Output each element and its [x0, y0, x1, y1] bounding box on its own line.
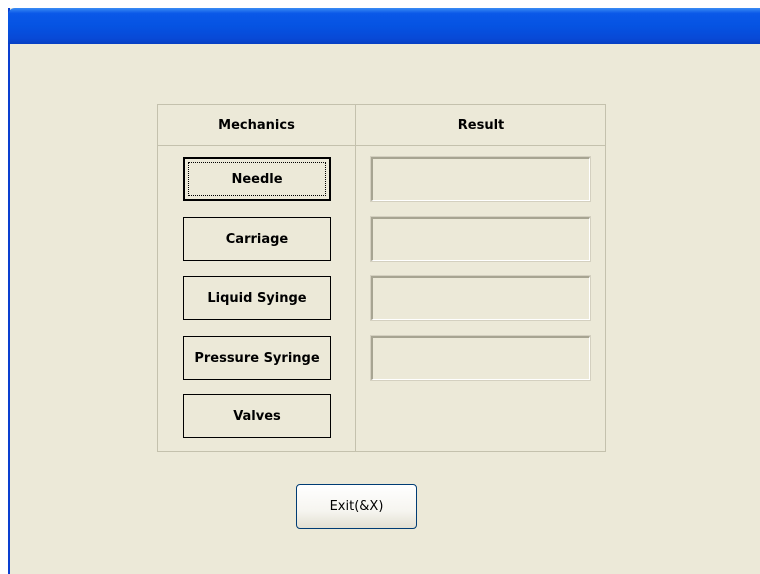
liquid-syringe-result-field[interactable]	[370, 275, 591, 321]
pressure-syringe-button[interactable]: Pressure Syringe	[183, 336, 331, 380]
pressure-syringe-result-field[interactable]	[370, 335, 591, 381]
header-divider	[157, 145, 606, 146]
needle-button-label: Needle	[231, 171, 283, 187]
liquid-syringe-button[interactable]: Liquid Syinge	[183, 276, 331, 320]
valves-button[interactable]: Valves	[183, 394, 331, 438]
exit-button[interactable]: Exit(&X)	[296, 484, 417, 529]
mechanics-column-header: Mechanics	[218, 118, 295, 133]
exit-button-label: Exit(&X)	[329, 499, 384, 514]
column-divider	[355, 104, 356, 452]
carriage-button-label: Carriage	[225, 231, 289, 247]
carriage-result-field[interactable]	[370, 216, 591, 262]
needle-result-field[interactable]	[370, 156, 591, 202]
pressure-syringe-button-label: Pressure Syringe	[194, 350, 320, 366]
liquid-syringe-button-label: Liquid Syinge	[207, 290, 307, 306]
needle-button[interactable]: Needle	[183, 157, 331, 201]
result-column-header: Result	[457, 118, 505, 133]
valves-button-label: Valves	[233, 408, 281, 424]
title-bar[interactable]	[8, 8, 760, 44]
carriage-button[interactable]: Carriage	[183, 217, 331, 261]
